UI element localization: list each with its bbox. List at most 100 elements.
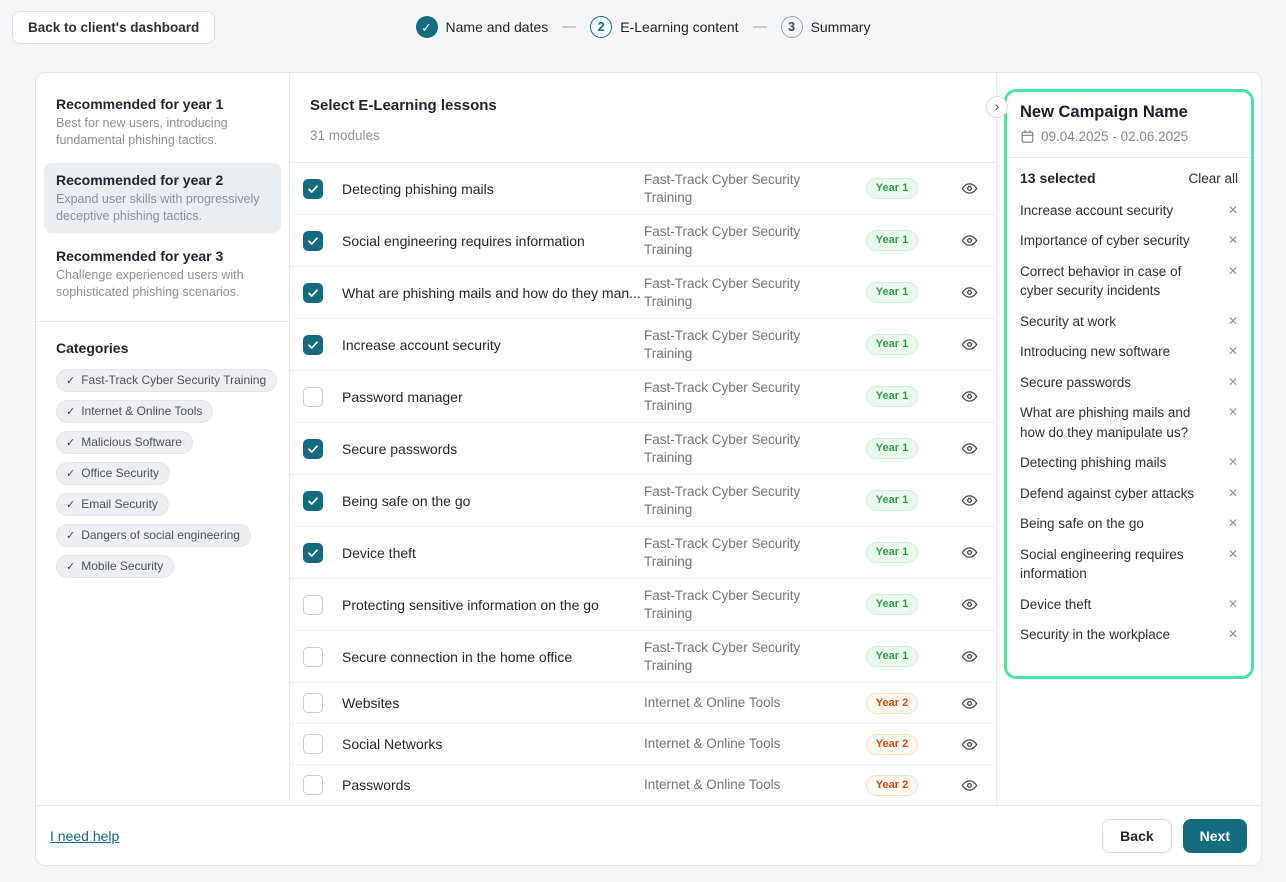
table-row[interactable]: Secure connection in the home office Fas… bbox=[290, 631, 996, 683]
table-row[interactable]: Device theft Fast-Track Cyber Security T… bbox=[290, 527, 996, 579]
preview-eye-icon[interactable] bbox=[942, 596, 996, 613]
back-button[interactable]: Back bbox=[1102, 819, 1171, 853]
category-chip[interactable]: ✓ Fast-Track Cyber Security Training bbox=[56, 369, 277, 392]
lesson-checkbox[interactable] bbox=[303, 179, 323, 199]
next-button[interactable]: Next bbox=[1183, 819, 1247, 853]
preview-eye-icon[interactable] bbox=[942, 648, 996, 665]
remove-item-icon[interactable]: ✕ bbox=[1228, 484, 1238, 504]
category-chip[interactable]: ✓ Mobile Security bbox=[56, 555, 174, 578]
selected-lesson-item: Introducing new software ✕ bbox=[1020, 337, 1238, 368]
selected-lesson-name: Increase account security bbox=[1020, 201, 1173, 221]
lessons-table[interactable]: Detecting phishing mails Fast-Track Cybe… bbox=[290, 163, 996, 805]
recommendation-item[interactable]: Recommended for year 1 Best for new user… bbox=[44, 87, 281, 157]
preview-eye-icon[interactable] bbox=[942, 336, 996, 353]
year-badge-cell: Year 2 bbox=[842, 734, 942, 755]
lesson-checkbox[interactable] bbox=[303, 693, 323, 713]
preview-eye-icon[interactable] bbox=[942, 695, 996, 712]
preview-eye-icon[interactable] bbox=[942, 284, 996, 301]
year-badge: Year 1 bbox=[866, 438, 918, 459]
preview-eye-icon[interactable] bbox=[942, 232, 996, 249]
lesson-checkbox[interactable] bbox=[303, 439, 323, 459]
step-label: Name and dates bbox=[446, 19, 549, 35]
table-row[interactable]: Social Networks Internet & Online Tools … bbox=[290, 724, 996, 765]
help-link[interactable]: I need help bbox=[50, 828, 119, 844]
lesson-checkbox[interactable] bbox=[303, 231, 323, 251]
lesson-checkbox[interactable] bbox=[303, 543, 323, 563]
table-row[interactable]: Social engineering requires information … bbox=[290, 215, 996, 267]
lesson-checkbox[interactable] bbox=[303, 734, 323, 754]
remove-item-icon[interactable]: ✕ bbox=[1228, 453, 1238, 473]
remove-item-icon[interactable]: ✕ bbox=[1228, 231, 1238, 251]
year-badge-cell: Year 2 bbox=[842, 693, 942, 714]
wizard-footer: I need help Back Next bbox=[36, 805, 1261, 865]
selected-lessons-list: Increase account security ✕ Importance o… bbox=[1020, 195, 1238, 650]
lesson-name: Being safe on the go bbox=[342, 493, 644, 509]
preview-eye-icon[interactable] bbox=[942, 440, 996, 457]
recommendation-item[interactable]: Recommended for year 2 Expand user skill… bbox=[44, 163, 281, 233]
table-row[interactable]: Secure passwords Fast-Track Cyber Securi… bbox=[290, 423, 996, 475]
lesson-checkbox[interactable] bbox=[303, 491, 323, 511]
stepper-step-name-and-dates[interactable]: ✓Name and dates bbox=[416, 16, 549, 38]
remove-item-icon[interactable]: ✕ bbox=[1228, 403, 1238, 442]
lesson-checkbox[interactable] bbox=[303, 387, 323, 407]
category-chip-label: Office Security bbox=[81, 466, 159, 480]
selected-lesson-name: Secure passwords bbox=[1020, 373, 1131, 393]
category-chip-label: Malicious Software bbox=[81, 435, 182, 449]
recommendation-description: Expand user skills with progressively de… bbox=[56, 191, 269, 224]
year-badge-cell: Year 1 bbox=[842, 386, 942, 407]
check-icon: ✓ bbox=[66, 374, 75, 387]
recommendation-item[interactable]: Recommended for year 3 Challenge experie… bbox=[44, 239, 281, 309]
preview-eye-icon[interactable] bbox=[942, 544, 996, 561]
lesson-category: Fast-Track Cyber Security Training bbox=[644, 639, 842, 674]
check-icon: ✓ bbox=[66, 529, 75, 542]
lessons-panel: Select E-Learning lessons 31 modules Det… bbox=[290, 73, 997, 805]
collapse-panel-chevron-icon[interactable]: › bbox=[986, 96, 1008, 118]
clear-all-button[interactable]: Clear all bbox=[1188, 171, 1238, 186]
stepper-step-summary[interactable]: 3Summary bbox=[781, 16, 871, 38]
table-row[interactable]: Passwords Internet & Online Tools Year 2 bbox=[290, 765, 996, 805]
table-row[interactable]: Websites Internet & Online Tools Year 2 bbox=[290, 683, 996, 724]
lesson-checkbox[interactable] bbox=[303, 647, 323, 667]
year-badge-cell: Year 1 bbox=[842, 594, 942, 615]
preview-eye-icon[interactable] bbox=[942, 777, 996, 794]
category-chip[interactable]: ✓ Dangers of social engineering bbox=[56, 524, 251, 547]
recommendation-title: Recommended for year 1 bbox=[56, 96, 269, 112]
remove-item-icon[interactable]: ✕ bbox=[1228, 342, 1238, 362]
preview-eye-icon[interactable] bbox=[942, 492, 996, 509]
lesson-checkbox[interactable] bbox=[303, 595, 323, 615]
remove-item-icon[interactable]: ✕ bbox=[1228, 262, 1238, 301]
remove-item-icon[interactable]: ✕ bbox=[1228, 201, 1238, 221]
category-chip[interactable]: ✓ Email Security bbox=[56, 493, 169, 516]
modules-count: 31 modules bbox=[310, 128, 976, 143]
preview-eye-icon[interactable] bbox=[942, 388, 996, 405]
remove-item-icon[interactable]: ✕ bbox=[1228, 545, 1238, 584]
selected-lesson-name: Defend against cyber attacks bbox=[1020, 484, 1194, 504]
stepper-step-e-learning-content[interactable]: 2E-Learning content bbox=[590, 16, 738, 38]
lesson-category: Fast-Track Cyber Security Training bbox=[644, 223, 842, 258]
remove-item-icon[interactable]: ✕ bbox=[1228, 625, 1238, 645]
preview-eye-icon[interactable] bbox=[942, 180, 996, 197]
preview-eye-icon[interactable] bbox=[942, 736, 996, 753]
summary-column: New Campaign Name 09.04.2025 - 02.06.202… bbox=[997, 73, 1261, 805]
lesson-name: Increase account security bbox=[342, 337, 644, 353]
table-row[interactable]: Password manager Fast-Track Cyber Securi… bbox=[290, 371, 996, 423]
table-row[interactable]: Being safe on the go Fast-Track Cyber Se… bbox=[290, 475, 996, 527]
lesson-category: Fast-Track Cyber Security Training bbox=[644, 379, 842, 414]
table-row[interactable]: Protecting sensitive information on the … bbox=[290, 579, 996, 631]
lesson-checkbox[interactable] bbox=[303, 775, 323, 795]
category-chip[interactable]: ✓ Internet & Online Tools bbox=[56, 400, 213, 423]
category-chip-label: Internet & Online Tools bbox=[81, 404, 202, 418]
lesson-category: Fast-Track Cyber Security Training bbox=[644, 587, 842, 622]
table-row[interactable]: Detecting phishing mails Fast-Track Cybe… bbox=[290, 163, 996, 215]
remove-item-icon[interactable]: ✕ bbox=[1228, 373, 1238, 393]
lesson-name: Secure connection in the home office bbox=[342, 649, 644, 665]
lesson-checkbox[interactable] bbox=[303, 283, 323, 303]
remove-item-icon[interactable]: ✕ bbox=[1228, 595, 1238, 615]
category-chip[interactable]: ✓ Malicious Software bbox=[56, 431, 193, 454]
table-row[interactable]: What are phishing mails and how do they … bbox=[290, 267, 996, 319]
table-row[interactable]: Increase account security Fast-Track Cyb… bbox=[290, 319, 996, 371]
remove-item-icon[interactable]: ✕ bbox=[1228, 514, 1238, 534]
remove-item-icon[interactable]: ✕ bbox=[1228, 312, 1238, 332]
category-chip[interactable]: ✓ Office Security bbox=[56, 462, 170, 485]
lesson-checkbox[interactable] bbox=[303, 335, 323, 355]
